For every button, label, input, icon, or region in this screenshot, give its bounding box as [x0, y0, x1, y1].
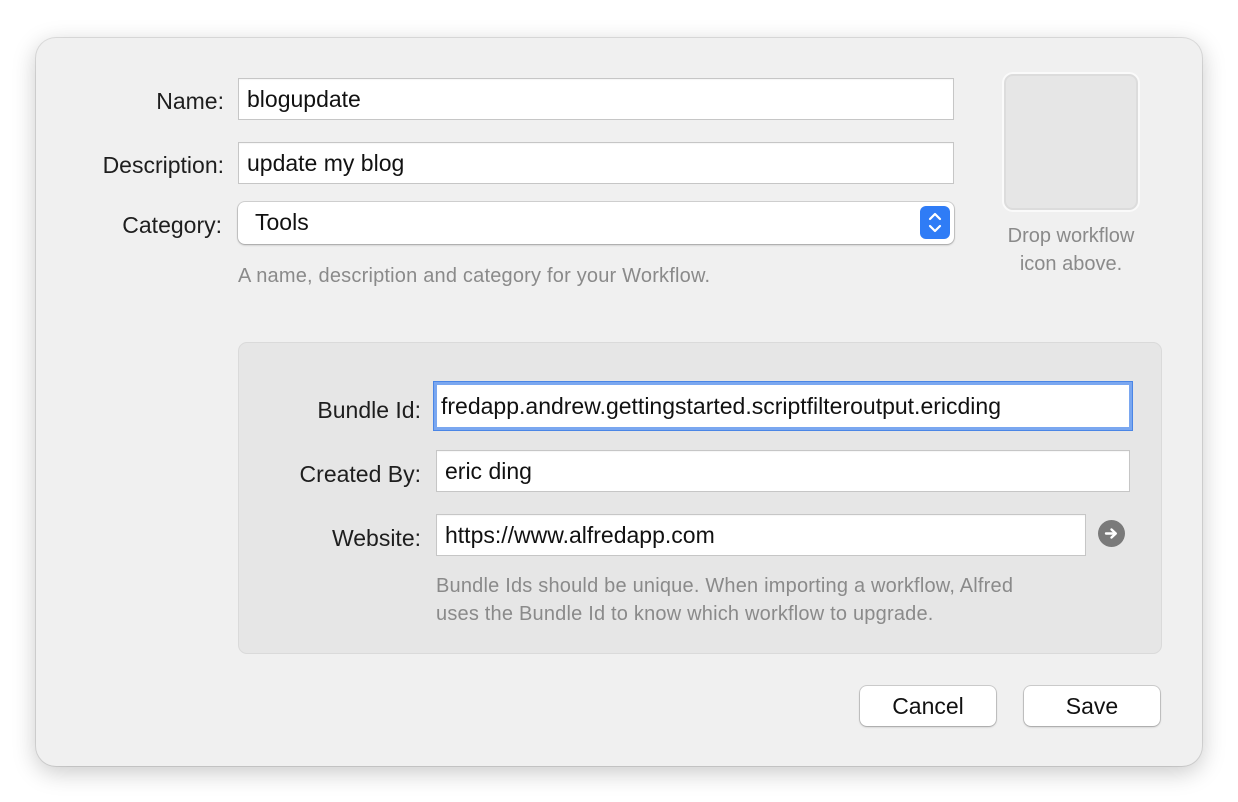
name-field[interactable]: blogupdate: [238, 78, 954, 120]
workflow-config-sheet: Name: blogupdate Description: update my …: [36, 38, 1202, 766]
category-label: Category:: [122, 212, 222, 238]
cancel-button[interactable]: Cancel: [860, 686, 996, 726]
workflow-icon-well[interactable]: [1004, 74, 1138, 210]
website-field[interactable]: https://www.alfredapp.com: [436, 514, 1086, 556]
created-by-field[interactable]: eric ding: [436, 450, 1130, 492]
bundle-help-text: Bundle Ids should be unique. When import…: [436, 572, 1013, 628]
icon-well-caption-line2: icon above.: [1019, 253, 1123, 275]
save-button[interactable]: Save: [1024, 686, 1160, 726]
bundle-help-line1: Bundle Ids should be unique. When import…: [436, 575, 1014, 597]
description-label: Description:: [102, 152, 224, 178]
category-value: Tools: [255, 209, 309, 235]
category-popup[interactable]: Tools: [238, 202, 954, 244]
info-help-text: A name, description and category for you…: [238, 265, 711, 287]
bundle-id-label: Bundle Id:: [317, 397, 421, 423]
bundle-id-field[interactable]: fredapp.andrew.gettingstarted.scriptfilt…: [434, 382, 1132, 430]
description-field[interactable]: update my blog: [238, 142, 954, 184]
name-label: Name:: [156, 88, 224, 114]
created-by-label: Created By:: [299, 461, 421, 487]
bundle-help-line2: uses the Bundle Id to know which workflo…: [436, 603, 934, 625]
icon-well-caption-line1: Drop workflow: [1007, 225, 1135, 247]
website-label: Website:: [331, 525, 421, 551]
chevron-up-down-icon: [920, 206, 950, 239]
icon-well-caption: Drop workflow icon above.: [980, 222, 1162, 278]
arrow-right-circle-icon[interactable]: [1098, 520, 1125, 547]
